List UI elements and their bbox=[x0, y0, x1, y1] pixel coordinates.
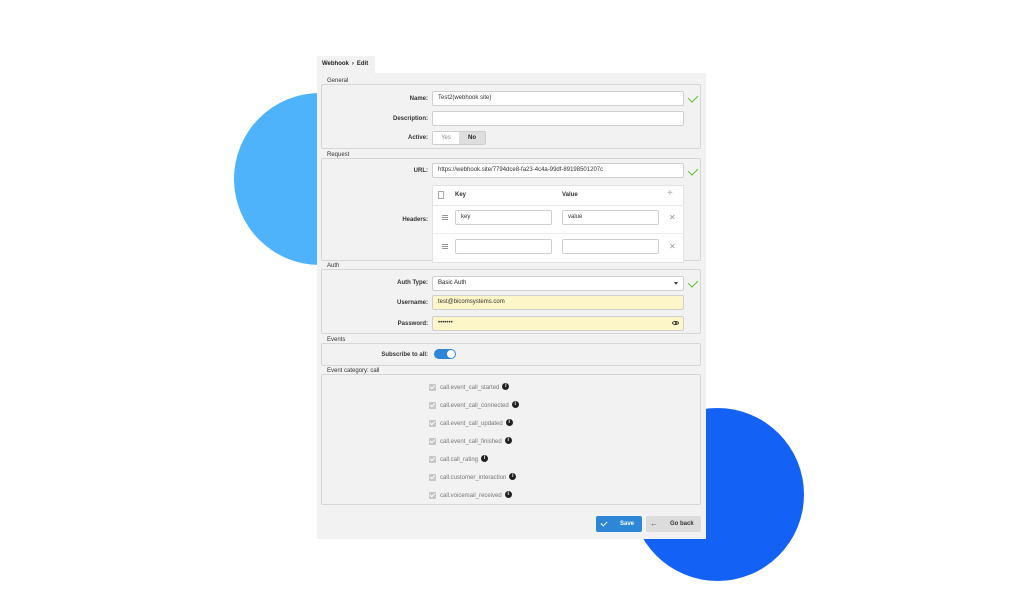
section-title-event-category: Event category: call bbox=[326, 368, 381, 374]
auth-type-select[interactable]: Basic Auth bbox=[432, 276, 684, 291]
checkbox-checked-icon[interactable] bbox=[429, 384, 436, 391]
switch-knob bbox=[447, 350, 455, 358]
password-label: Password: bbox=[397, 321, 428, 327]
section-title-general: General bbox=[326, 78, 350, 84]
checkbox-checked-icon[interactable] bbox=[429, 474, 436, 481]
header-value-input[interactable] bbox=[562, 239, 659, 254]
save-button-label: Save bbox=[620, 521, 635, 527]
event-label: call.voicemail_received bbox=[440, 493, 502, 500]
subscribe-all-switch[interactable] bbox=[434, 349, 456, 359]
info-icon[interactable]: i bbox=[504, 491, 512, 498]
events-section: Events Subscribe to all: bbox=[321, 337, 701, 366]
active-toggle-group: Yes No bbox=[432, 131, 486, 145]
username-label: Username: bbox=[396, 300, 428, 306]
name-field[interactable]: Test2(webhook site) bbox=[432, 91, 684, 106]
request-section: Request URL: https://webhook.site/7794dc… bbox=[321, 152, 701, 263]
headers-table-header: Key Value + bbox=[433, 186, 683, 206]
info-icon[interactable]: i bbox=[505, 419, 513, 426]
go-back-button-label: Go back bbox=[670, 521, 694, 527]
info-icon[interactable]: i bbox=[481, 455, 489, 462]
section-title-events: Events bbox=[326, 337, 347, 343]
checkbox-checked-icon[interactable] bbox=[429, 402, 436, 409]
auth-type-value: Basic Auth bbox=[438, 280, 467, 286]
header-key-input[interactable]: key bbox=[455, 210, 552, 225]
active-yes-option[interactable]: Yes bbox=[433, 132, 459, 144]
event-label: call.call_rating bbox=[440, 457, 479, 464]
check-icon bbox=[600, 519, 608, 527]
url-label: URL: bbox=[413, 168, 428, 174]
auth-type-label: Auth Type: bbox=[397, 280, 428, 286]
event-label: call.event_call_updated bbox=[440, 421, 503, 428]
valid-check-icon bbox=[687, 165, 699, 176]
header-value-input[interactable]: value bbox=[562, 210, 659, 225]
username-field[interactable]: test@bicomsystems.com bbox=[432, 295, 684, 310]
checkbox-checked-icon[interactable] bbox=[429, 420, 436, 427]
description-label: Description: bbox=[392, 116, 428, 122]
valid-check-icon bbox=[687, 277, 699, 288]
info-icon[interactable]: i bbox=[509, 473, 517, 480]
arrow-left-icon: ← bbox=[650, 519, 658, 528]
document-icon bbox=[438, 191, 444, 199]
headers-table: Key Value + key value ✕ ✕ bbox=[432, 185, 684, 263]
save-button[interactable]: Save bbox=[596, 516, 642, 532]
go-back-button[interactable]: ← Go back bbox=[646, 516, 701, 532]
section-title-request: Request bbox=[326, 152, 351, 158]
event-label: call.customer_interaction bbox=[440, 475, 507, 482]
checkbox-checked-icon[interactable] bbox=[429, 492, 436, 499]
event-label: call.event_call_finished bbox=[440, 439, 502, 446]
breadcrumb-bar: Webhook › Edit bbox=[317, 56, 706, 73]
event-label: call.event_call_connected bbox=[440, 403, 509, 410]
header-row: key value ✕ bbox=[433, 205, 683, 234]
dropdown-caret-icon bbox=[674, 282, 678, 285]
header-row: ✕ bbox=[433, 234, 683, 262]
add-header-icon[interactable]: + bbox=[667, 188, 673, 199]
breadcrumb: Webhook › Edit bbox=[317, 56, 375, 73]
drag-handle-icon[interactable] bbox=[442, 244, 448, 249]
checkbox-checked-icon[interactable] bbox=[429, 456, 436, 463]
remove-row-icon[interactable]: ✕ bbox=[669, 213, 676, 222]
password-value: ••••••• bbox=[438, 320, 453, 326]
column-header-value: Value bbox=[562, 192, 578, 198]
event-label: call.event_call_started bbox=[440, 385, 500, 392]
url-field[interactable]: https://webhook.site/7794dce8-fa23-4c4a-… bbox=[432, 163, 684, 178]
general-section: General Name: Test2(webhook site) Descri… bbox=[321, 78, 701, 149]
breadcrumb-root[interactable]: Webhook bbox=[322, 61, 349, 67]
eye-icon[interactable] bbox=[672, 321, 679, 325]
checkbox-checked-icon[interactable] bbox=[429, 438, 436, 445]
password-field[interactable]: ••••••• bbox=[432, 316, 684, 331]
header-key-input[interactable] bbox=[455, 239, 552, 254]
info-icon[interactable]: i bbox=[504, 437, 512, 444]
breadcrumb-current: Edit bbox=[356, 61, 369, 67]
headers-label: Headers: bbox=[402, 217, 428, 223]
webhook-edit-panel: Webhook › Edit General Name: Test2(webhook… bbox=[317, 56, 706, 539]
event-category-section: Event category: call call.event_call_sta… bbox=[321, 368, 701, 505]
valid-check-icon bbox=[687, 92, 699, 103]
info-icon[interactable]: i bbox=[511, 401, 519, 408]
active-label: Active: bbox=[407, 135, 428, 141]
chevron-right-icon: › bbox=[351, 61, 354, 67]
description-field[interactable] bbox=[432, 111, 684, 126]
subscribe-all-label: Subscribe to all: bbox=[381, 352, 428, 358]
column-header-key: Key bbox=[455, 192, 467, 198]
auth-section: Auth Auth Type: Basic Auth Username: tes… bbox=[321, 263, 701, 334]
info-icon[interactable]: i bbox=[502, 383, 510, 390]
remove-row-icon[interactable]: ✕ bbox=[669, 242, 676, 251]
name-label: Name: bbox=[409, 96, 428, 102]
section-title-auth: Auth bbox=[326, 263, 341, 269]
active-no-option[interactable]: No bbox=[459, 132, 485, 144]
drag-handle-icon[interactable] bbox=[442, 215, 448, 220]
